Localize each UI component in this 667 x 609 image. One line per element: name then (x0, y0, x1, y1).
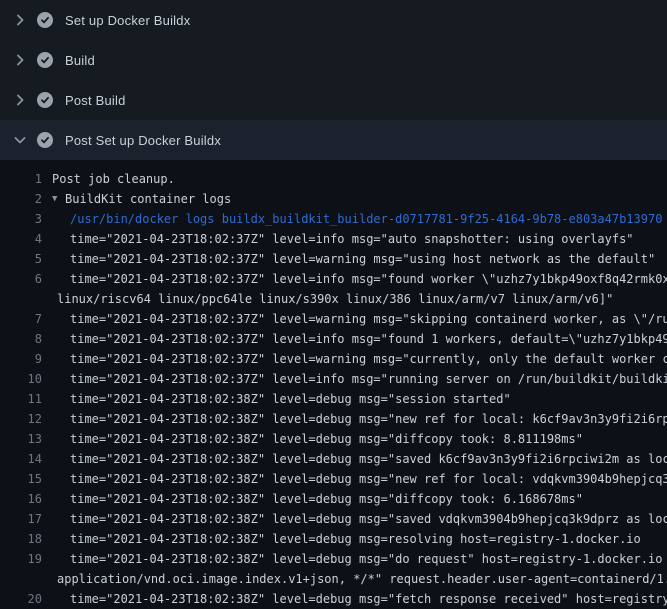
line-number[interactable]: 7 (0, 309, 42, 329)
log-line: 12 time="2021-04-23T18:02:38Z" level=debu… (0, 409, 667, 429)
line-number[interactable]: 3 (0, 209, 42, 229)
log-line: 14 time="2021-04-23T18:02:38Z" level=debu… (0, 449, 667, 469)
step-label: Set up Docker Buildx (65, 13, 190, 28)
step-label: Post Set up Docker Buildx (65, 133, 221, 148)
log-line: 1 Post job cleanup. (0, 169, 667, 189)
log-line: 17 time="2021-04-23T18:02:38Z" level=debu… (0, 509, 667, 529)
log-line: 16 time="2021-04-23T18:02:38Z" level=debu… (0, 489, 667, 509)
log-line: 18 time="2021-04-23T18:02:38Z" level=debu… (0, 529, 667, 549)
log-line: 3/usr/bin/docker logs buildx_buildkit_bu… (0, 209, 667, 229)
check-circle-icon (37, 52, 53, 68)
log-line: 6 time="2021-04-23T18:02:37Z" level=info … (0, 269, 667, 289)
step-row[interactable]: Post Set up Docker Buildx (0, 120, 667, 160)
line-number[interactable]: 1 (0, 169, 42, 189)
check-circle-icon (37, 12, 53, 28)
log-line: 20 time="2021-04-23T18:02:38Z" level=debu… (0, 589, 667, 609)
step-row[interactable]: Build (0, 40, 667, 80)
log-line: 5 time="2021-04-23T18:02:37Z" level=warni… (0, 249, 667, 269)
group-caret-icon[interactable]: ▼ (52, 189, 65, 209)
chevron-right-icon[interactable] (12, 12, 28, 28)
line-number[interactable]: 11 (0, 389, 42, 409)
log-line: 2 ▼BuildKit container logs (0, 189, 667, 209)
log-line: 19 time="2021-04-23T18:02:38Z" level=debu… (0, 549, 667, 569)
log-line: 11 time="2021-04-23T18:02:38Z" level=debu… (0, 389, 667, 409)
line-number[interactable]: 16 (0, 489, 42, 509)
log-text: time="2021-04-23T18:02:38Z" level=debug … (70, 489, 583, 509)
app-root: Set up Docker Buildx Build Post Build Post … (0, 0, 667, 609)
log-text: BuildKit container logs (65, 189, 231, 209)
line-number[interactable]: 19 (0, 549, 42, 569)
line-number[interactable]: 9 (0, 349, 42, 369)
log-text: time="2021-04-23T18:02:38Z" level=debug … (70, 389, 511, 409)
log-line: 8 time="2021-04-23T18:02:37Z" level=info … (0, 329, 667, 349)
line-number[interactable]: 13 (0, 429, 42, 449)
log-text: time="2021-04-23T18:02:37Z" level=info m… (70, 229, 634, 249)
log-line: 9 time="2021-04-23T18:02:37Z" level=warni… (0, 349, 667, 369)
log-line: linux/riscv64 linux/ppc64le linux/s390x … (0, 289, 667, 309)
step-label: Build (65, 53, 95, 68)
log-text: time="2021-04-23T18:02:37Z" level=info m… (70, 269, 667, 289)
log-text: time="2021-04-23T18:02:38Z" level=debug … (70, 529, 641, 549)
chevron-right-icon[interactable] (12, 92, 28, 108)
log-text: time="2021-04-23T18:02:37Z" level=warnin… (70, 249, 655, 269)
log-line: 4 time="2021-04-23T18:02:37Z" level=info … (0, 229, 667, 249)
log-text: time="2021-04-23T18:02:38Z" level=debug … (70, 509, 667, 529)
line-number[interactable]: 20 (0, 589, 42, 609)
line-number[interactable]: 6 (0, 269, 42, 289)
line-number[interactable]: 5 (0, 249, 42, 269)
line-number[interactable]: 15 (0, 469, 42, 489)
log-text: time="2021-04-23T18:02:38Z" level=debug … (70, 589, 667, 609)
steps-list: Set up Docker Buildx Build Post Build Post … (0, 0, 667, 160)
line-number[interactable]: 18 (0, 529, 42, 549)
log-text: time="2021-04-23T18:02:38Z" level=debug … (70, 549, 667, 569)
log-text: time="2021-04-23T18:02:38Z" level=debug … (70, 449, 667, 469)
line-number[interactable]: 8 (0, 329, 42, 349)
log-line: 7 time="2021-04-23T18:02:37Z" level=warni… (0, 309, 667, 329)
chevron-right-icon[interactable] (12, 52, 28, 68)
log-panel: 1 Post job cleanup. 2 ▼BuildKit container l… (0, 160, 667, 609)
log-command-text: /usr/bin/docker logs buildx_buildkit_bui… (70, 209, 662, 229)
log-text: time="2021-04-23T18:02:38Z" level=debug … (70, 409, 667, 429)
step-label: Post Build (65, 93, 126, 108)
chevron-down-icon[interactable] (12, 132, 28, 148)
log-text: time="2021-04-23T18:02:37Z" level=warnin… (70, 309, 667, 329)
line-number[interactable]: 2 (0, 189, 42, 209)
log-line: 10 time="2021-04-23T18:02:37Z" level=info… (0, 369, 667, 389)
log-text: application/vnd.oci.image.index.v1+json,… (57, 569, 667, 589)
check-circle-icon (37, 92, 53, 108)
line-number (0, 289, 42, 309)
log-text: time="2021-04-23T18:02:37Z" level=info m… (70, 369, 667, 389)
log-text: time="2021-04-23T18:02:37Z" level=info m… (70, 329, 667, 349)
step-row[interactable]: Set up Docker Buildx (0, 0, 667, 40)
line-number[interactable]: 4 (0, 229, 42, 249)
line-number[interactable]: 10 (0, 369, 42, 389)
check-circle-icon (37, 132, 53, 148)
line-number[interactable]: 12 (0, 409, 42, 429)
log-text: time="2021-04-23T18:02:38Z" level=debug … (70, 469, 667, 489)
line-number[interactable]: 17 (0, 509, 42, 529)
line-number (0, 569, 42, 589)
log-text: time="2021-04-23T18:02:37Z" level=warnin… (70, 349, 667, 369)
log-text: time="2021-04-23T18:02:38Z" level=debug … (70, 429, 583, 449)
log-line: 15 time="2021-04-23T18:02:38Z" level=debu… (0, 469, 667, 489)
step-row[interactable]: Post Build (0, 80, 667, 120)
log-text: Post job cleanup. (52, 169, 175, 189)
log-line: application/vnd.oci.image.index.v1+json,… (0, 569, 667, 589)
log-text: linux/riscv64 linux/ppc64le linux/s390x … (57, 289, 613, 309)
line-number[interactable]: 14 (0, 449, 42, 469)
log-line: 13 time="2021-04-23T18:02:38Z" level=debu… (0, 429, 667, 449)
